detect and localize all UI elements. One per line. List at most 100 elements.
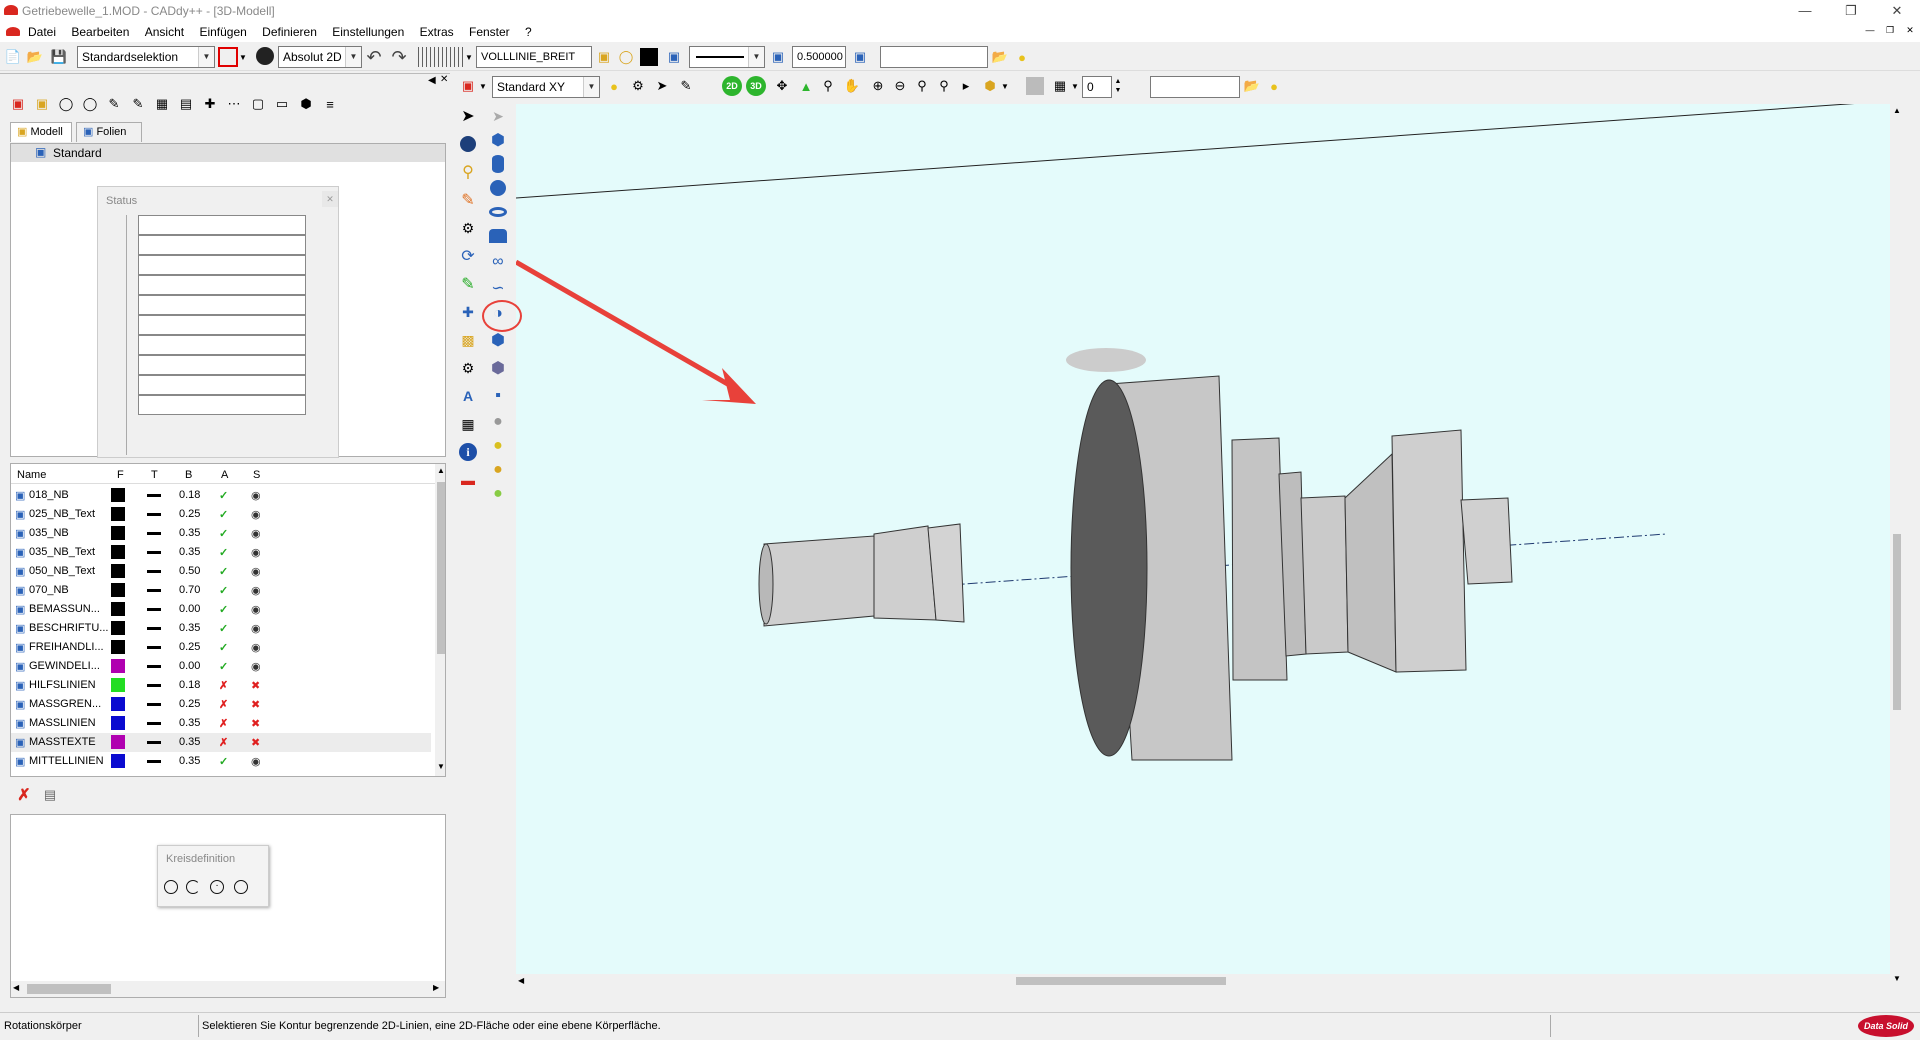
tree-icon[interactable]: ≡ <box>320 94 340 114</box>
boolean-gold-icon[interactable]: ● <box>486 458 510 482</box>
layer-select-icon[interactable]: ◯ <box>56 94 76 114</box>
menu-ansicht[interactable]: Ansicht <box>139 22 190 42</box>
path-icon[interactable]: ∽ <box>486 276 510 300</box>
chamfer-icon[interactable]: ⬢ <box>486 356 510 380</box>
text-icon[interactable]: A <box>456 384 480 408</box>
torus-icon[interactable] <box>486 200 510 224</box>
layer-width[interactable]: 0.18 <box>179 679 200 691</box>
layer-width[interactable]: 0.35 <box>179 755 200 767</box>
open-folder-icon[interactable]: 📂 <box>25 47 45 67</box>
shading-icon[interactable]: ⬢ <box>980 76 1000 96</box>
table-scrollbar[interactable]: ▲ ▼ <box>435 464 445 776</box>
check-icon[interactable]: ✓ <box>219 603 228 616</box>
menu-help[interactable]: ? <box>519 22 538 42</box>
slice-icon[interactable]: ▪ <box>486 384 510 408</box>
layer-red-icon[interactable]: ▣ <box>8 94 28 114</box>
measure-icon[interactable]: ▩ <box>456 328 480 352</box>
save-icon[interactable]: 💾 <box>49 47 69 67</box>
layer-linetype[interactable] <box>147 722 161 725</box>
eye-icon[interactable]: ◉ <box>251 508 261 521</box>
layer-color-swatch[interactable] <box>111 507 125 521</box>
scroll-down-icon[interactable]: ▼ <box>437 762 445 771</box>
eye-icon[interactable]: ◉ <box>251 755 261 768</box>
column-header-b[interactable]: B <box>185 469 192 481</box>
linetype-field[interactable]: VOLLLINIE_BREIT <box>476 46 592 68</box>
layer-width[interactable]: 0.35 <box>179 622 200 634</box>
layer-row[interactable]: ▣ 035_NB_Text 0.35 ✓ ◉ <box>11 543 431 562</box>
hand-icon[interactable]: ✋ <box>842 76 862 96</box>
check-icon[interactable]: ✓ <box>219 641 228 654</box>
layer-width[interactable]: 0.70 <box>179 584 200 596</box>
layer-width[interactable]: 0.25 <box>179 698 200 710</box>
menu-einfuegen[interactable]: Einfügen <box>193 22 252 42</box>
layer-row[interactable]: ▣ 070_NB 0.70 ✓ ◉ <box>11 581 431 600</box>
layer-color-swatch[interactable] <box>111 488 125 502</box>
scroll-up-icon[interactable]: ▲ <box>1893 106 1901 115</box>
sweep-icon[interactable]: ∞ <box>486 250 510 274</box>
layer-row[interactable]: ▣ GEWINDELI... 0.00 ✓ ◉ <box>11 657 431 676</box>
zoom-out-icon[interactable]: ⊖ <box>890 76 910 96</box>
menu-bearbeiten[interactable]: Bearbeiten <box>65 22 135 42</box>
cube-icon[interactable]: ⬢ <box>296 94 316 114</box>
2d-icon[interactable]: 2D <box>722 76 742 96</box>
grid-icon[interactable] <box>418 47 464 67</box>
layer-linetype[interactable] <box>147 589 161 592</box>
layer-row[interactable]: ▣ MASSGREN... 0.25 ✗ ✖ <box>11 695 431 714</box>
check-icon[interactable]: ✓ <box>219 584 228 597</box>
select-arrow-icon[interactable]: ➤ <box>456 104 480 128</box>
hatch2-icon[interactable]: ▤ <box>176 94 196 114</box>
cross-icon[interactable]: ✗ <box>219 698 228 711</box>
layer-linetype[interactable] <box>147 741 161 744</box>
delete-icon[interactable]: ✗ <box>14 785 34 805</box>
layer-linetype[interactable] <box>147 665 161 668</box>
color-black-swatch[interactable] <box>640 48 658 66</box>
layer-width[interactable]: 0.25 <box>179 508 200 520</box>
dropdown-arrow-icon[interactable]: ▼ <box>1000 76 1010 96</box>
layers-icon[interactable]: ▣ <box>768 47 788 67</box>
layer-color-swatch[interactable] <box>111 678 125 692</box>
column-header-s[interactable]: S <box>253 469 260 481</box>
layers-blue-icon[interactable]: ▣ <box>664 47 684 67</box>
layer-color-swatch[interactable] <box>111 545 125 559</box>
eye-icon[interactable]: ◉ <box>251 546 261 559</box>
lightbulb-icon[interactable]: ● <box>1012 47 1032 67</box>
eraser-icon[interactable]: ▬ <box>456 468 480 492</box>
edit-green-icon[interactable]: ✎ <box>456 272 480 296</box>
eye-icon[interactable]: ◉ <box>251 660 261 673</box>
scroll-right-icon[interactable]: ▶ <box>433 983 439 992</box>
clipboard-icon[interactable]: ▤ <box>40 785 60 805</box>
scroll-left-icon[interactable]: ◀ <box>13 983 19 992</box>
layer-row[interactable]: ▣ 050_NB_Text 0.50 ✓ ◉ <box>11 562 431 581</box>
layer-color-swatch[interactable] <box>111 735 125 749</box>
eye-off-icon[interactable]: ✖ <box>251 679 260 692</box>
layer-row[interactable]: ▣ MASSTEXTE 0.35 ✗ ✖ <box>11 733 431 752</box>
layer-row[interactable]: ▣ BESCHRIFTU... 0.35 ✓ ◉ <box>11 619 431 638</box>
sphere-icon[interactable] <box>456 132 480 156</box>
folder-icon[interactable]: 📂 <box>1242 76 1262 96</box>
coordinate-mode-select[interactable]: Absolut 2D ▼ <box>278 46 362 68</box>
check-icon[interactable]: ✓ <box>219 565 228 578</box>
eye-icon[interactable]: ◉ <box>251 489 261 502</box>
layer-row[interactable]: ▣ MASSLINIEN 0.35 ✗ ✖ <box>11 714 431 733</box>
layer-linetype[interactable] <box>147 608 161 611</box>
layer-linetype[interactable] <box>147 646 161 649</box>
edit-icon[interactable]: ✎ <box>128 94 148 114</box>
mdi-minimize-button[interactable]: — <box>1862 25 1878 39</box>
view-layer-icon[interactable]: ▣ <box>458 76 478 96</box>
column-header-a[interactable]: A <box>221 469 228 481</box>
h-scrollbar[interactable]: ◀ ▶ <box>11 981 445 997</box>
eye-icon[interactable]: ◉ <box>251 565 261 578</box>
layer-width[interactable]: 0.18 <box>179 489 200 501</box>
gray-swatch[interactable] <box>1026 77 1044 95</box>
layer-color-swatch[interactable] <box>111 754 125 768</box>
dropdown-arrow-icon[interactable]: ▼ <box>238 47 248 67</box>
eye-off-icon[interactable]: ✖ <box>251 736 260 749</box>
eye-icon[interactable]: ◉ <box>251 641 261 654</box>
layer-color-swatch[interactable] <box>111 640 125 654</box>
cross-icon[interactable]: ✗ <box>219 717 228 730</box>
cube-icon[interactable]: ⬢ <box>486 128 510 152</box>
layer-width[interactable]: 0.35 <box>179 527 200 539</box>
layer-linetype[interactable] <box>147 551 161 554</box>
layer-width[interactable]: 0.35 <box>179 546 200 558</box>
zoom-in-icon[interactable]: ⊕ <box>868 76 888 96</box>
